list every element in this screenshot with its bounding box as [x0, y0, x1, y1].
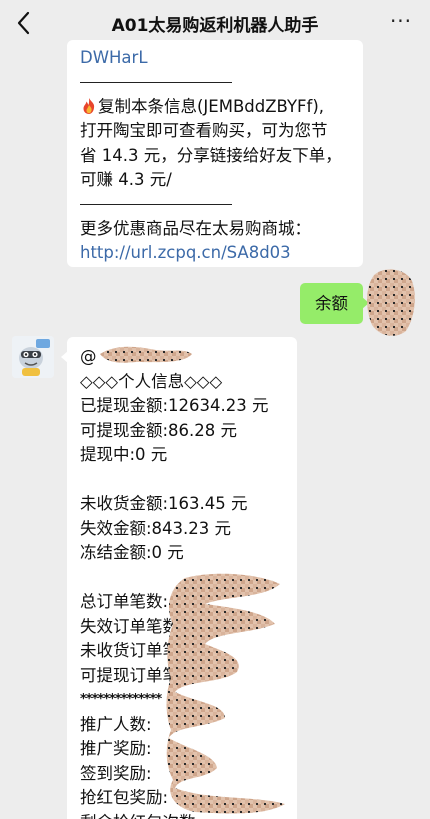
- withdrawable-orders: 可提现订单笔数:: [80, 665, 202, 685]
- withdrawn-amount: 已提现金额:12634.23 元: [80, 396, 269, 415]
- divider-line: [80, 81, 232, 83]
- user-avatar-redacted[interactable]: [366, 267, 416, 337]
- invalid-amount: 失效金额:843.23 元: [80, 518, 232, 538]
- bot-message-account-info[interactable]: @ ◇◇◇个人信息◇◇◇ 已提现金额:12634.23 元 可提现金额:86.2…: [61, 337, 297, 819]
- mention: @: [80, 347, 97, 366]
- invalid-orders: 失效订单笔数:: [80, 616, 185, 636]
- info-title: ◇◇◇个人信息◇◇◇: [80, 371, 223, 391]
- promo-line-2: 打开陶宝即可查看购买，可为您节: [80, 121, 328, 140]
- fire-emoji-icon: [83, 97, 95, 114]
- promo-line-1-text: 复制本条信息(JEMBddZBYFf),: [98, 96, 325, 116]
- promo-code-tail: DWHarL: [80, 48, 148, 67]
- redpacket-remaining: 剩余抢红包次数: [80, 811, 285, 819]
- more-dots-icon[interactable]: ···: [388, 11, 414, 34]
- bot-avatar[interactable]: [12, 336, 54, 378]
- divider-line: [80, 203, 232, 205]
- referral-count: 推广人数:: [80, 714, 152, 734]
- promo-line-3: 省 14.3 元，分享链接给好友下单，: [80, 145, 342, 165]
- referral-reward: 推广奖励:: [80, 739, 152, 758]
- promo-line-1: 复制本条信息(JEMBddZBYFf),: [80, 95, 350, 120]
- frozen-amount: 冻结金额:0 元: [80, 543, 184, 562]
- star-divider: **************: [80, 692, 162, 707]
- total-orders: 总订单笔数:: [80, 592, 169, 611]
- robot-icon: [12, 336, 54, 378]
- chat-title: A01太易购返利机器人助手: [111, 16, 319, 36]
- promo-line-4: 可赚 4.3 元/: [80, 170, 172, 189]
- checkin-reward: 签到奖励:: [80, 763, 152, 783]
- unreceived-orders: 未收货订单笔数:: [80, 641, 202, 660]
- user-message-balance[interactable]: 余额: [300, 283, 369, 324]
- unreceived-amount: 未收货金额:163.45 元: [80, 494, 248, 513]
- user-message-text: 余额: [315, 294, 348, 313]
- bot-message-promo[interactable]: DWHarL 复制本条信息(JEMBddZBYFf), 打开陶宝即可查看购买，可…: [67, 40, 363, 267]
- chevron-left-icon[interactable]: [14, 9, 36, 37]
- withdrawable-amount: 可提现金额:86.28 元: [80, 420, 238, 440]
- mall-link[interactable]: http://url.zcpq.cn/SA8d03: [80, 241, 350, 266]
- promo-line-5: 更多优惠商品尽在太易购商城：: [80, 218, 311, 238]
- redpacket-reward: 抢红包奖励:: [80, 788, 169, 807]
- pending-withdrawal: 提现中:0 元: [80, 445, 168, 464]
